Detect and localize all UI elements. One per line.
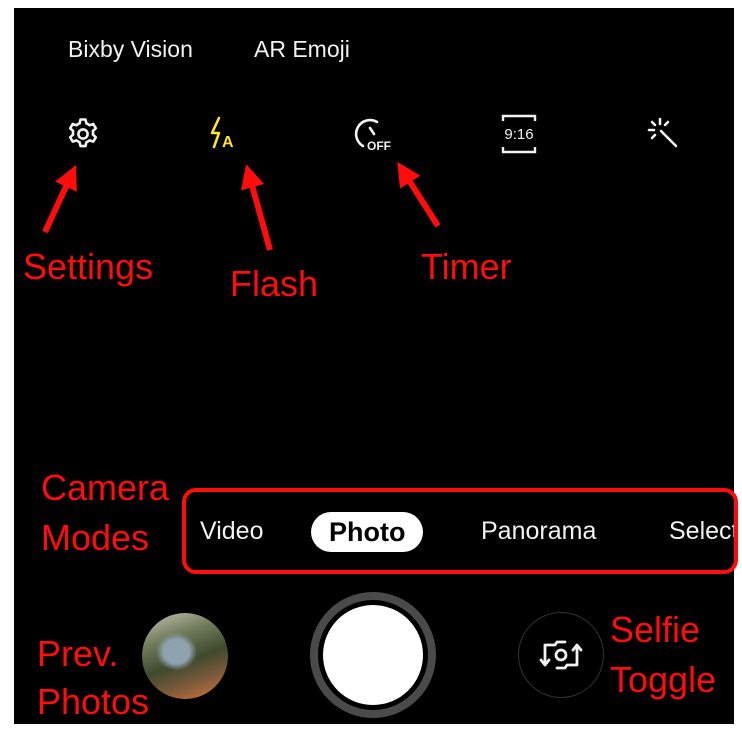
ar-emoji-button[interactable]: AR Emoji [254,36,350,63]
prev-annotation: Prev. [37,633,119,674]
timer-annotation: Timer [421,246,512,287]
shutter-button[interactable] [310,592,436,718]
selfie-toggle-button[interactable] [518,612,604,698]
aspect-ratio-icon: 9:16 [501,114,537,154]
effects-button[interactable] [642,112,686,156]
gallery-thumbnail-button[interactable] [142,613,228,699]
timer-off-icon: OFF [354,118,391,153]
selfie-annotation: Selfie [610,609,701,650]
settings-annotation: Settings [23,246,154,287]
bixby-vision-button[interactable]: Bixby Vision [68,36,193,63]
mode-photo[interactable]: Photo [311,512,424,552]
camera-annotation: Camera [41,467,170,508]
flash-button[interactable]: A [202,112,246,156]
camera-modes-bar: Video Photo Panorama Select [182,488,738,574]
modes-annotation: Modes [41,517,150,558]
flash-annotation: Flash [230,263,319,304]
shutter-inner [323,605,423,705]
gear-icon [68,118,98,148]
mode-video[interactable]: Video [200,492,264,570]
toggle-annotation: Toggle [610,659,717,700]
photos-annotation: Photos [37,681,150,722]
camera-switch-icon [539,640,583,670]
timer-button[interactable]: OFF [351,112,395,156]
flash-auto-icon: A [210,116,234,151]
flash-auto-label: A [222,134,234,151]
timer-off-label: OFF [367,139,391,153]
mode-select[interactable]: Select [669,492,734,570]
magic-wand-icon [647,117,678,148]
aspect-ratio-label: 9:16 [504,126,533,143]
mode-panorama[interactable]: Panorama [481,492,596,570]
settings-button[interactable] [61,112,105,156]
aspect-ratio-button[interactable]: 9:16 [497,112,541,156]
